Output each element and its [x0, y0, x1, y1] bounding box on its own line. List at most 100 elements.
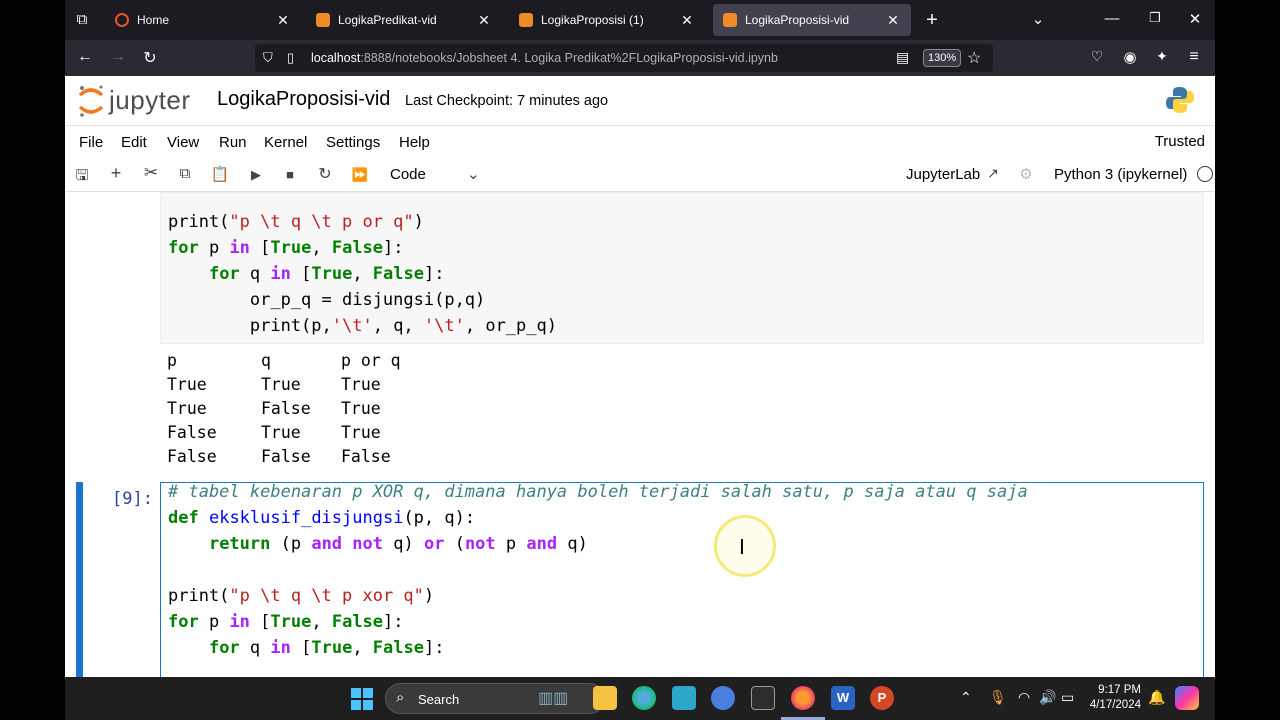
- page-info-icon[interactable]: ▯: [287, 50, 294, 66]
- tab-overview-icon[interactable]: ⧉: [73, 11, 91, 28]
- word-icon[interactable]: W: [831, 686, 855, 710]
- copy-icon[interactable]: ⧉: [175, 165, 195, 182]
- code-cell-input[interactable]: # tabel kebenaran p XOR q, dimana hanya …: [160, 482, 1204, 677]
- save-icon[interactable]: 🖫: [72, 165, 92, 190]
- checkpoint-status: Last Checkpoint: 7 minutes ago: [405, 93, 609, 109]
- back-arrow-icon[interactable]: ←: [75, 48, 95, 66]
- menu-file[interactable]: File: [79, 134, 103, 151]
- reader-view-icon[interactable]: ▤: [896, 49, 909, 66]
- tab-logikaproposisi-1[interactable]: LogikaProposisi (1) ✕: [509, 4, 705, 36]
- menu-help[interactable]: Help: [399, 134, 430, 151]
- close-icon[interactable]: ✕: [885, 12, 901, 29]
- url-path: :8888/notebooks/Jobsheet 4. Logika Predi…: [360, 51, 778, 65]
- tab-label: Home: [137, 13, 170, 27]
- url-host: localhost: [311, 51, 361, 65]
- close-icon[interactable]: ✕: [679, 12, 695, 29]
- output-cell: True: [261, 375, 301, 394]
- file-explorer-icon[interactable]: [593, 686, 617, 710]
- menu-view[interactable]: View: [167, 134, 199, 151]
- tray-chevron-up-icon[interactable]: ⌃: [960, 689, 972, 706]
- output-cell: False: [341, 447, 391, 466]
- notebook-title[interactable]: LogikaProposisi-vid: [217, 88, 390, 111]
- windows-start-icon[interactable]: [351, 688, 373, 710]
- code-line: for p in [True, False]:: [168, 238, 404, 258]
- taskbar-search[interactable]: ⌕ Search ▥▥: [385, 683, 605, 714]
- terminal-icon[interactable]: [751, 686, 775, 710]
- battery-icon[interactable]: ▭: [1061, 689, 1074, 706]
- tab-logikapredikat[interactable]: LogikaPredikat-vid ✕: [306, 4, 502, 36]
- notebook-favicon-icon: [316, 13, 330, 27]
- external-link-icon[interactable]: ↗: [983, 165, 1003, 182]
- stop-icon[interactable]: ■: [280, 167, 300, 182]
- output-cell: False: [261, 399, 311, 418]
- active-cell-indicator: [76, 482, 83, 677]
- code-line: or_p_q = disjungsi(p,q): [168, 290, 486, 310]
- list-tabs-chevron-icon[interactable]: ⌄: [1028, 10, 1048, 28]
- settings-app-icon[interactable]: [711, 686, 735, 710]
- edge-icon[interactable]: [632, 686, 656, 710]
- menu-kernel[interactable]: Kernel: [264, 134, 307, 151]
- kernel-name[interactable]: Python 3 (ipykernel): [1054, 166, 1187, 183]
- chevron-down-icon[interactable]: ⌄: [467, 165, 480, 183]
- tab-home[interactable]: Home ✕: [105, 4, 301, 36]
- menu-icon[interactable]: ≡: [1184, 48, 1204, 66]
- close-icon[interactable]: ✕: [275, 12, 291, 29]
- powerpoint-icon[interactable]: P: [870, 686, 894, 710]
- output-cell: True: [341, 399, 381, 418]
- trusted-indicator[interactable]: Trusted: [1155, 133, 1205, 150]
- copilot-icon[interactable]: [1175, 686, 1199, 710]
- volume-icon[interactable]: 🔊: [1039, 689, 1056, 706]
- notification-bell-icon[interactable]: 🔔: [1148, 689, 1165, 706]
- taskbar: ⌕ Search ▥▥ W P ⌃ 🎙 ◠ 🔊 ▭ 9:17 PM 4/17/2…: [65, 677, 1215, 720]
- browser-window: ⧉ Home ✕ LogikaPredikat-vid ✕ LogikaProp…: [65, 0, 1215, 677]
- jupyter-logo-icon[interactable]: [77, 83, 105, 119]
- settings-gear-icon[interactable]: ⚙: [1016, 165, 1036, 183]
- cut-icon[interactable]: ✂: [141, 163, 161, 183]
- clock[interactable]: 9:17 PM 4/17/2024: [1081, 683, 1141, 713]
- output-cell: p: [167, 351, 177, 370]
- run-icon[interactable]: ▶: [246, 167, 266, 183]
- wifi-icon[interactable]: ◠: [1018, 689, 1030, 706]
- extensions-icon[interactable]: ✦: [1152, 48, 1172, 65]
- new-tab-plus-icon[interactable]: +: [922, 9, 942, 32]
- reload-icon[interactable]: ↻: [140, 48, 160, 68]
- notepad-icon[interactable]: [672, 686, 696, 710]
- restart-icon[interactable]: ↻: [315, 164, 335, 184]
- account-icon[interactable]: ◉: [1120, 48, 1140, 66]
- code-editor[interactable]: # tabel kebenaran p XOR q, dimana hanya …: [168, 479, 1028, 661]
- code-line: for q in [True, False]:: [208, 264, 445, 284]
- code-cell-input[interactable]: print("p \t q \t p or q") for p in [True,…: [160, 192, 1204, 344]
- window-close-icon[interactable]: ✕: [1185, 10, 1205, 28]
- bookmark-star-icon[interactable]: ☆: [967, 48, 981, 68]
- kernel-status-circle-icon: [1197, 166, 1213, 182]
- forward-arrow-icon[interactable]: →: [108, 48, 128, 66]
- menu-edit[interactable]: Edit: [121, 134, 147, 151]
- shield-icon[interactable]: ⛉: [263, 50, 273, 66]
- output-cell: p or q: [341, 351, 401, 370]
- jupyter-header: jupyter LogikaProposisi-vid Last Checkpo…: [65, 76, 1215, 126]
- jupyterlab-link[interactable]: JupyterLab: [906, 166, 980, 183]
- microphone-icon[interactable]: 🎙: [989, 689, 1007, 706]
- menu-settings[interactable]: Settings: [326, 134, 380, 151]
- tab-logikaproposisi-vid[interactable]: LogikaProposisi-vid ✕: [713, 4, 911, 36]
- code-editor[interactable]: print("p \t q \t p or q") for p in [True,…: [168, 209, 557, 339]
- pocket-icon[interactable]: ♡: [1087, 48, 1107, 65]
- output-cell: True: [341, 423, 381, 442]
- paste-icon[interactable]: 📋: [210, 165, 230, 183]
- insert-cell-plus-icon[interactable]: +: [106, 163, 126, 184]
- firefox-icon[interactable]: [791, 686, 815, 710]
- minimize-icon[interactable]: —: [1102, 10, 1122, 27]
- output-cell: q: [261, 351, 271, 370]
- zoom-level[interactable]: 130%: [923, 49, 962, 67]
- jupyter-logo-text[interactable]: jupyter: [109, 85, 191, 116]
- restore-icon[interactable]: ❐: [1145, 10, 1165, 26]
- output-cell: True: [261, 423, 301, 442]
- tab-bar: ⧉ Home ✕ LogikaPredikat-vid ✕ LogikaProp…: [65, 0, 1215, 40]
- close-icon[interactable]: ✕: [476, 12, 492, 29]
- fast-forward-icon[interactable]: ⏩: [350, 167, 370, 183]
- cell-type-select[interactable]: Code: [390, 166, 426, 183]
- output-cell: False: [167, 447, 217, 466]
- notebook-area[interactable]: print("p \t q \t p or q") for p in [True,…: [65, 192, 1215, 677]
- url-bar[interactable]: ⛉ ▯ localhost:8888/notebooks/Jobsheet 4.…: [255, 44, 993, 72]
- menu-run[interactable]: Run: [219, 134, 247, 151]
